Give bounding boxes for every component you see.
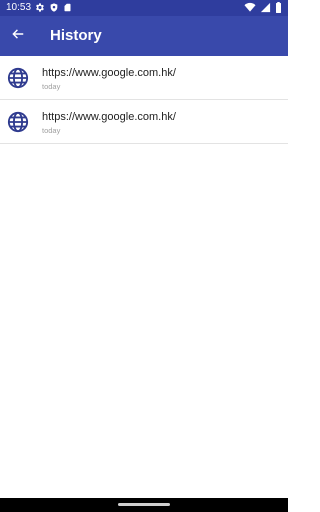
globe-icon	[7, 111, 29, 133]
history-item-url: https://www.google.com.hk/	[42, 67, 176, 79]
signal-icon	[260, 2, 271, 13]
arrow-left-icon	[11, 27, 25, 46]
history-item[interactable]: https://www.google.com.hk/ today	[0, 100, 288, 144]
sim-card-icon	[63, 2, 72, 13]
history-item[interactable]: https://www.google.com.hk/ today	[0, 56, 288, 100]
status-right-icons	[244, 2, 282, 13]
gear-icon	[34, 2, 45, 13]
wifi-icon	[244, 2, 256, 13]
home-gesture-handle[interactable]	[118, 503, 170, 506]
shield-icon	[49, 2, 59, 13]
back-button[interactable]	[6, 24, 30, 48]
page-title: History	[50, 27, 102, 44]
battery-icon	[275, 2, 282, 13]
globe-icon	[7, 67, 29, 89]
app-bar: History	[0, 16, 288, 56]
history-item-date: today	[42, 126, 61, 135]
history-item-date: today	[42, 82, 61, 91]
history-list: https://www.google.com.hk/ today https:/…	[0, 56, 288, 144]
status-left-icons	[34, 2, 72, 13]
status-time: 10:53	[6, 2, 32, 13]
history-item-url: https://www.google.com.hk/	[42, 111, 176, 123]
status-bar: 10:53	[0, 0, 288, 16]
navigation-bar	[0, 498, 288, 512]
